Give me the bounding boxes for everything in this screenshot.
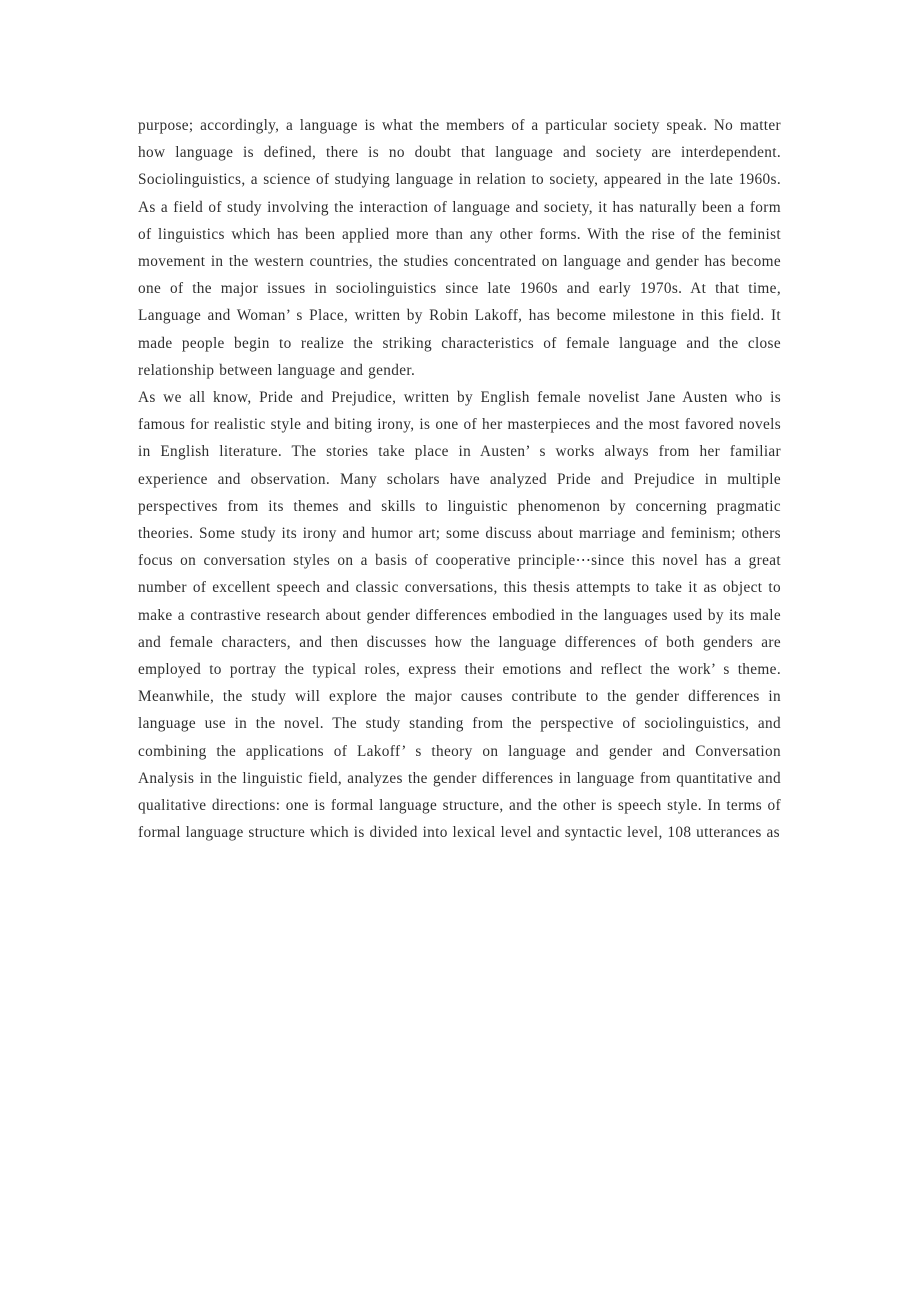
body-text-block: purpose; accordingly, a language is what…: [138, 112, 781, 846]
paragraph-2: As we all know, Pride and Prejudice, wri…: [138, 389, 781, 842]
paragraph-1: purpose; accordingly, a language is what…: [138, 117, 781, 379]
document-page: purpose; accordingly, a language is what…: [0, 0, 920, 1302]
